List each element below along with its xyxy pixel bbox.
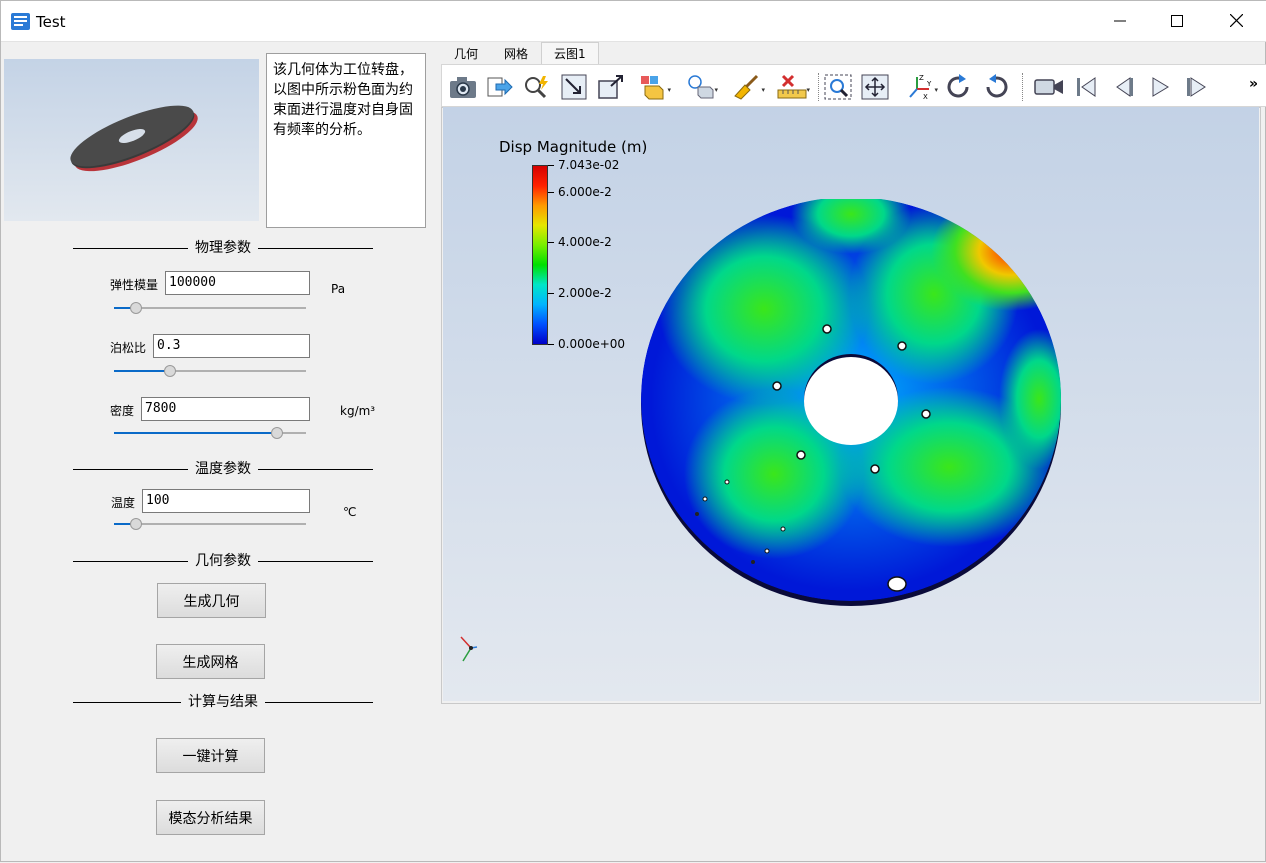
light-icon[interactable]: ▾ [685,72,718,102]
geometry-thumbnail [4,59,259,221]
density-unit: kg/m³ [340,404,376,418]
one-click-compute-button[interactable]: 一键计算 [156,738,265,773]
app-icon [11,13,30,30]
colorbar-label-min: 0.000e+00 [558,337,626,351]
geometry-section-header: 几何参数 [73,553,373,569]
elastic-modulus-slider[interactable] [114,301,306,315]
toolbar-separator [818,73,819,101]
slider-handle[interactable] [271,427,283,439]
colorbar-title: Disp Magnitude (m) [499,138,648,156]
elastic-modulus-unit: Pa [331,282,346,296]
slider-handle[interactable] [130,518,142,530]
minimize-button[interactable] [1091,1,1149,42]
temperature-section-label: 温度参数 [188,461,258,477]
axes-icon[interactable]: ZYX ▾ [905,72,938,102]
rotate-cw-icon[interactable] [944,72,974,102]
probe-icon[interactable] [522,72,552,102]
colorbar-label: 6.000e-2 [558,185,612,199]
slider-handle[interactable] [130,302,142,314]
elastic-modulus-input[interactable]: 100000 [165,271,310,295]
colorbar-label: 2.000e-2 [558,286,612,300]
prev-frame-icon[interactable] [1108,72,1138,102]
parameter-panel: 该几何体为工位转盘，以图中所示粉色面为约束面进行温度对自身固有频率的分析。 物理… [1,42,436,863]
slider-handle[interactable] [164,365,176,377]
frame-icon[interactable] [596,72,626,102]
tab-geometry[interactable]: 几何 [441,42,491,64]
colorbar-label: 4.000e-2 [558,235,612,249]
render-mode-icon[interactable]: ▾ [638,72,671,102]
close-button[interactable] [1207,1,1265,42]
view-panel: 几何 网格 云图1 ▾ ▾ ▾ ▾ Z Y X ▾ » Disp Magnitu… [441,42,1266,863]
ruler-icon[interactable]: ▾ [777,72,810,102]
poisson-ratio-input[interactable]: 0.3 [153,334,310,358]
generate-geometry-button[interactable]: 生成几何 [157,583,266,618]
compute-section-label: 计算与结果 [181,694,265,710]
temperature-section-header: 温度参数 [73,461,373,477]
toolbar-separator [1022,73,1023,101]
density-input[interactable]: 7800 [141,397,310,421]
maximize-button[interactable] [1148,1,1206,42]
physics-section-label: 物理参数 [188,240,258,256]
clean-icon[interactable]: ▾ [732,72,765,102]
poisson-ratio-slider[interactable] [114,364,306,378]
view-tabs: 几何 网格 云图1 [441,42,599,64]
pan-fit-icon[interactable] [860,72,890,102]
maximize-icon [1171,12,1183,31]
orientation-triad [457,635,481,665]
svg-text:X: X [923,93,928,101]
temperature-input[interactable]: 100 [142,489,310,513]
displacement-contour-disc [639,197,1063,611]
density-slider[interactable] [114,426,306,440]
title-bar: Test [1,1,1266,42]
minimize-icon [1114,12,1126,31]
camera-icon[interactable] [448,72,478,102]
video-camera-icon[interactable] [1034,72,1064,102]
app-window: Test 该几何体为工位转盘，以图中所示粉色面为约束面进行温度对自身固有频率的分… [0,0,1266,862]
physics-section-header: 物理参数 [73,240,373,256]
geometry-section-label: 几何参数 [188,553,258,569]
svg-text:Z: Z [919,74,924,82]
temperature-label: 温度 [111,496,136,510]
tab-contour-1[interactable]: 云图1 [541,42,599,64]
colorbar-label-max: 7.043e-02 [558,158,620,172]
density-label: 密度 [110,404,135,418]
fit-view-icon[interactable] [559,72,589,102]
tab-mesh[interactable]: 网格 [491,42,541,64]
next-frame-icon[interactable] [1182,72,1212,102]
poisson-ratio-label: 泊松比 [110,341,147,355]
geometry-description: 该几何体为工位转盘，以图中所示粉色面为约束面进行温度对自身固有频率的分析。 [266,53,426,228]
modal-results-button[interactable]: 模态分析结果 [156,800,265,835]
export-icon[interactable] [485,72,515,102]
elastic-modulus-label: 弹性模量 [110,278,159,292]
first-frame-icon[interactable] [1071,72,1101,102]
play-icon[interactable] [1145,72,1175,102]
compute-section-header: 计算与结果 [73,694,373,710]
zoom-box-icon[interactable] [823,72,853,102]
window-title: Test [36,13,66,31]
temperature-unit: ℃ [343,505,357,519]
svg-text:Y: Y [926,80,932,88]
colorbar [532,165,548,345]
toolbar-overflow-button[interactable]: » [1249,76,1258,92]
rotate-ccw-icon[interactable] [981,72,1011,102]
temperature-slider[interactable] [114,517,306,531]
generate-mesh-button[interactable]: 生成网格 [156,644,265,679]
close-icon [1229,12,1243,31]
3d-viewport[interactable]: Disp Magnitude (m) 7.043e-02 6.000e-2 4.… [443,107,1259,701]
view-toolbar: ▾ ▾ ▾ ▾ ZYX ▾ » [441,64,1266,107]
